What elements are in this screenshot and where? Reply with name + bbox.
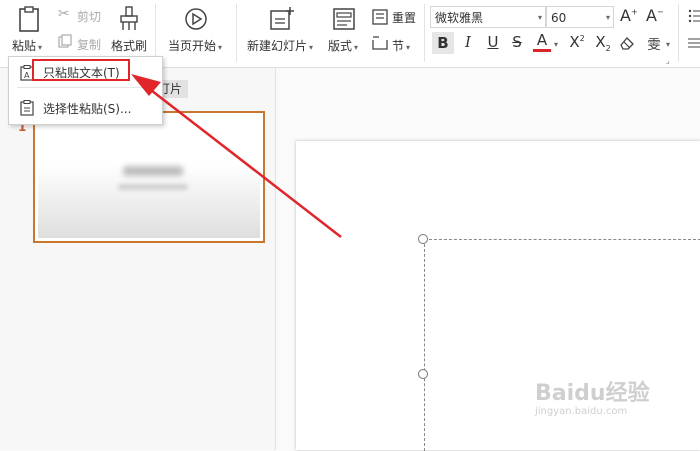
from-current-label: 当页开始 [168,39,217,53]
list-icon[interactable] [688,9,700,23]
chevron-down-icon: ▾ [309,43,314,52]
copy-label: 复制 [77,38,102,52]
italic-icon[interactable]: I [459,33,477,51]
text-placeholder[interactable] [424,239,700,451]
new-slide-icon [270,7,294,30]
new-slide-label: 新建幻灯片 [247,39,308,53]
font-name-value: 微软雅黑 [435,11,484,25]
blurred-title [123,166,183,176]
align-icon[interactable] [688,37,700,49]
menu-divider [17,87,154,88]
format-painter-label: 格式刷 [111,39,148,53]
increase-font-icon[interactable]: A+ [620,6,638,25]
chevron-down-icon: ▾ [537,13,542,22]
font-name-select[interactable]: 微软雅黑 ▾ [430,6,546,28]
ribbon-divider [236,4,237,62]
scissors-icon: ✂ [58,6,70,22]
reset-icon [372,9,388,25]
svg-text:A: A [24,71,30,80]
section-icon [372,36,388,50]
strikethrough-icon[interactable]: S [508,33,526,51]
clipboard-icon [19,6,39,32]
menu-item-label: 选择性粘贴(S)... [43,102,132,116]
brush-icon [120,6,138,30]
slide-thumbnail-preview [38,116,260,238]
superscript-icon[interactable]: X2 [566,33,588,51]
resize-handle[interactable] [418,234,428,244]
chevron-down-icon[interactable]: ▾ [666,40,670,49]
section-label: 节 [392,39,405,53]
decrease-font-icon[interactable]: A− [646,6,664,25]
reset-label: 重置 [392,11,417,25]
cut-label: 剪切 [77,10,102,24]
chevron-down-icon: ▾ [218,43,223,52]
font-size-value: 60 [551,11,567,25]
resize-handle[interactable] [418,369,428,379]
chevron-down-icon: ▾ [406,43,411,52]
subscript-icon[interactable]: X2 [592,33,614,53]
font-color-icon[interactable]: A [533,31,551,52]
blurred-subtitle [118,184,188,190]
slide-thumbnail[interactable] [33,111,265,243]
dialog-launcher-icon[interactable]: ⌟ [666,56,670,65]
highlight-box [32,59,130,81]
ribbon-divider [155,4,156,62]
chevron-down-icon: ▾ [354,43,359,52]
phonetic-guide-icon[interactable]: 雯 [644,34,664,53]
eraser-icon[interactable] [619,36,635,50]
chevron-down-icon: ▾ [38,43,43,52]
chevron-down-icon: ▾ [605,13,610,22]
layout-label: 版式 [328,39,353,53]
watermark-url: jingyan.baidu.com [535,406,628,417]
paste-label: 粘贴 [12,39,37,53]
chevron-down-icon[interactable]: ▾ [554,40,558,49]
watermark-brand: Baidu经验 [535,381,650,406]
underline-icon[interactable]: U [484,33,502,51]
ribbon-divider [424,4,425,62]
font-size-select[interactable]: 60 ▾ [546,6,614,28]
copy-icon [58,34,72,48]
layout-icon [333,8,355,30]
play-icon [185,8,207,30]
baidu-watermark: Baidu经验 jingyan.baidu.com [535,381,650,418]
bold-icon[interactable]: B [432,32,454,54]
ribbon-divider [678,4,679,62]
paste-special-icon [20,100,34,116]
menu-item-paste-special[interactable]: 选择性粘贴(S)... [9,95,162,121]
